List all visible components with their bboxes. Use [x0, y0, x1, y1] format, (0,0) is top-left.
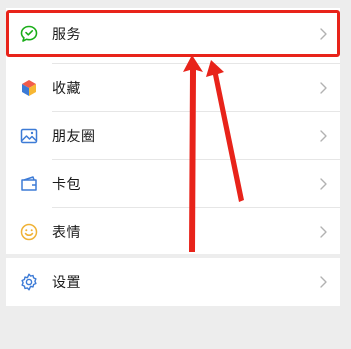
- menu-group-main: 服务 收藏 朋友圈 卡包 表情: [6, 8, 340, 254]
- menu-item-label: 表情: [52, 224, 81, 241]
- emoji-smile-icon: [18, 221, 40, 243]
- menu-group-settings: 设置: [6, 258, 340, 306]
- menu-item-settings[interactable]: 设置: [6, 258, 340, 305]
- menu-item-service[interactable]: 服务: [6, 10, 340, 57]
- menu-item-card-wallet[interactable]: 卡包: [6, 160, 340, 207]
- menu-item-label: 卡包: [52, 176, 81, 193]
- menu-item-label: 收藏: [52, 80, 81, 97]
- menu-item-label: 朋友圈: [52, 128, 96, 145]
- menu-item-label: 设置: [52, 274, 81, 291]
- favorites-cube-icon: [18, 77, 40, 99]
- chevron-right-icon: [320, 129, 327, 142]
- chevron-right-icon: [320, 275, 327, 288]
- chevron-right-icon: [320, 225, 327, 238]
- moments-photo-icon: [18, 125, 40, 147]
- card-wallet-icon: [18, 173, 40, 195]
- menu-item-emoji[interactable]: 表情: [6, 208, 340, 255]
- menu-item-moments[interactable]: 朋友圈: [6, 112, 340, 159]
- menu-item-favorites[interactable]: 收藏: [6, 64, 340, 111]
- settings-gear-icon: [18, 271, 40, 293]
- chevron-right-icon: [320, 81, 327, 94]
- chevron-right-icon: [320, 27, 327, 40]
- chevron-right-icon: [320, 177, 327, 190]
- settings-menu-page: 服务 收藏 朋友圈 卡包 表情 设置: [0, 0, 351, 349]
- service-chat-icon: [18, 23, 40, 45]
- menu-item-label: 服务: [52, 26, 81, 43]
